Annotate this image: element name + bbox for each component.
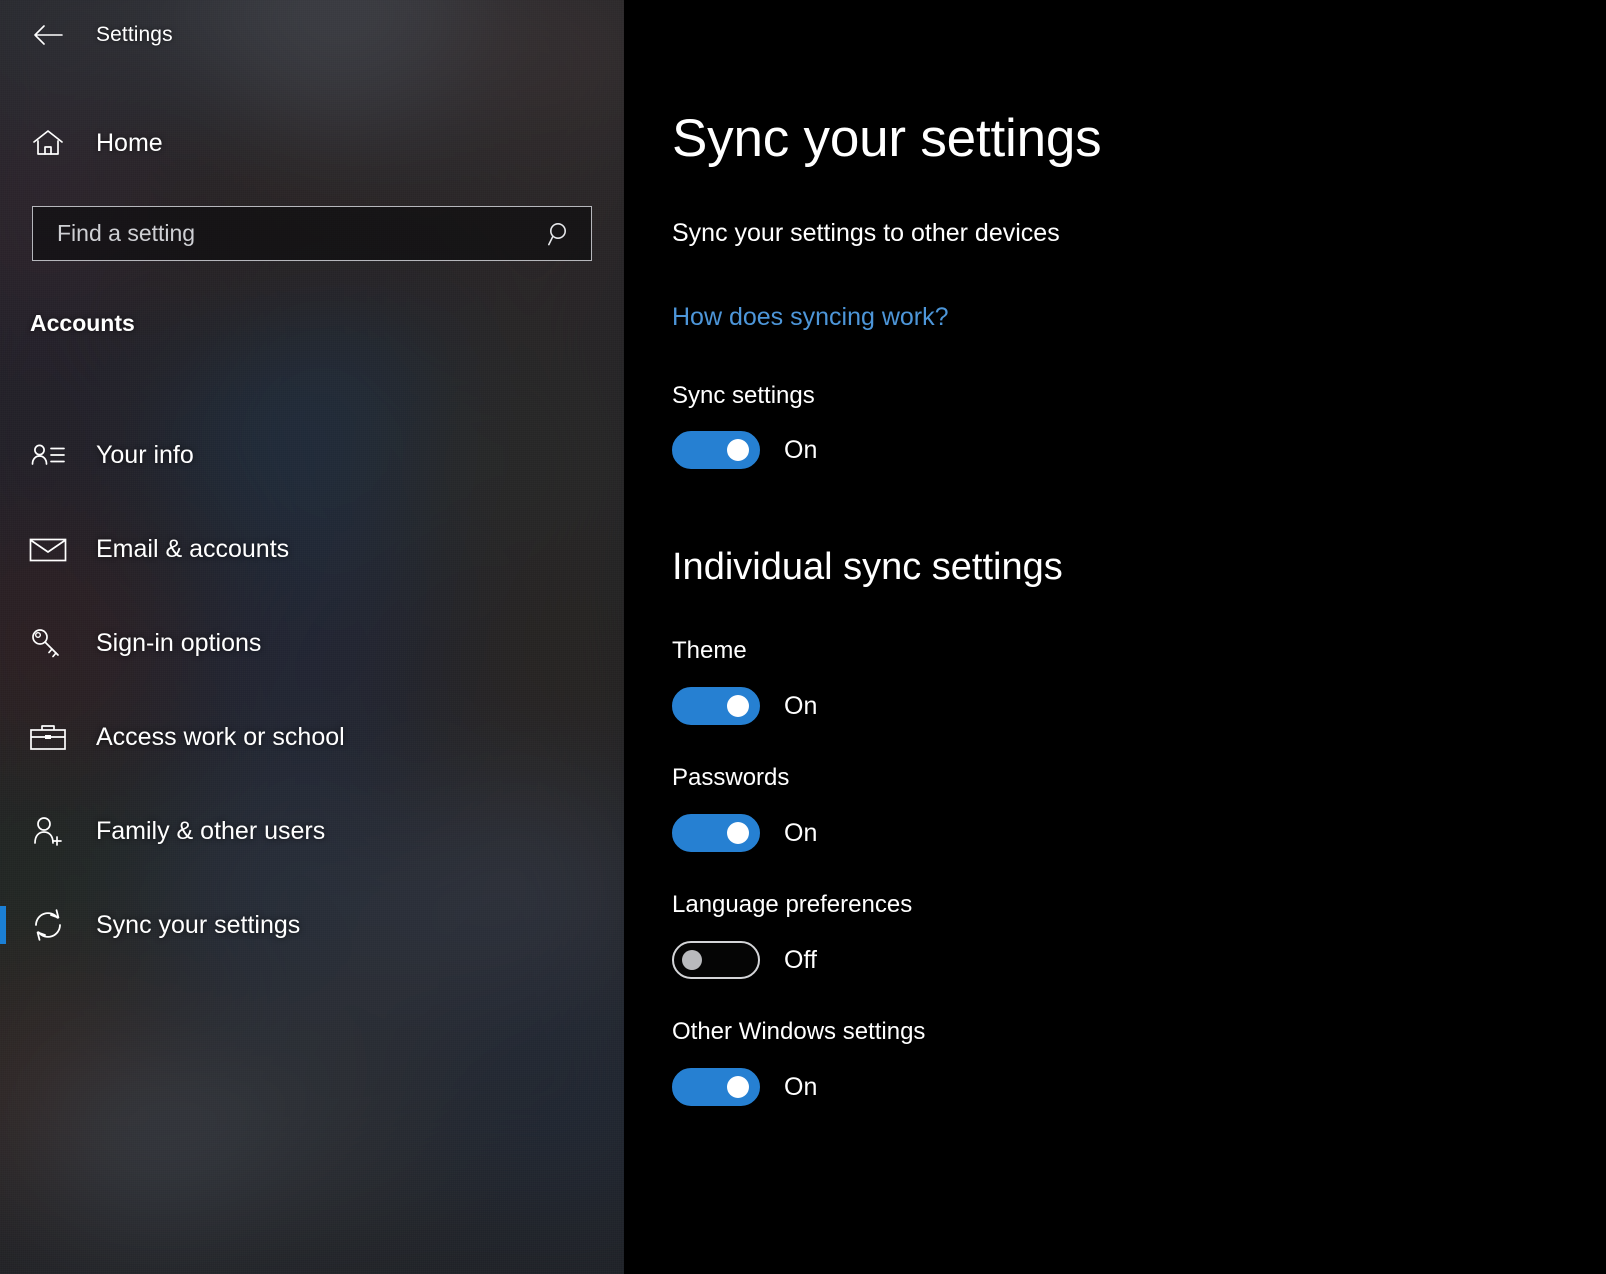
contact-card-icon [20, 441, 76, 469]
selection-indicator [0, 906, 6, 944]
other-windows-settings-label: Other Windows settings [672, 1018, 925, 1046]
page-title: Sync your settings [672, 108, 1101, 169]
toggle-knob [727, 822, 749, 844]
how-does-syncing-work-link[interactable]: How does syncing work? [672, 303, 949, 332]
individual-sync-settings-heading: Individual sync settings [672, 546, 1063, 589]
passwords-label: Passwords [672, 764, 789, 792]
sidebar-item-sync-your-settings[interactable]: Sync your settings [0, 878, 624, 972]
sidebar-item-label: Sign-in options [96, 629, 261, 658]
settings-window: Settings Home [0, 0, 1606, 1274]
sidebar-item-label: Family & other users [96, 817, 325, 846]
sync-settings-label: Sync settings [672, 382, 815, 410]
sidebar-item-label: Sync your settings [96, 911, 300, 940]
sidebar-item-family-other-users[interactable]: Family & other users [0, 784, 624, 878]
envelope-icon [20, 535, 76, 563]
sidebar-item-label: Access work or school [96, 723, 345, 752]
sidebar-item-label: Email & accounts [96, 535, 289, 564]
key-icon [20, 627, 76, 659]
theme-toggle[interactable] [672, 687, 760, 725]
main-content: Sync your settings Sync your settings to… [624, 0, 1606, 1274]
app-title: Settings [96, 23, 173, 47]
theme-state: On [784, 692, 817, 721]
sidebar-item-sign-in-options[interactable]: Sign-in options [0, 596, 624, 690]
language-preferences-label: Language preferences [672, 891, 912, 919]
sync-settings-toggle-row: On [672, 431, 817, 469]
sidebar-item-home[interactable]: Home [0, 118, 624, 168]
home-icon [20, 128, 76, 158]
sidebar-nav: Your info Email & accounts [0, 408, 624, 972]
language-preferences-toggle[interactable] [672, 941, 760, 979]
sidebar: Settings Home [0, 0, 624, 1274]
sidebar-item-label: Your info [96, 441, 194, 470]
toggle-knob [727, 439, 749, 461]
search-icon[interactable] [529, 207, 591, 260]
sidebar-item-your-info[interactable]: Your info [0, 408, 624, 502]
sync-settings-toggle[interactable] [672, 431, 760, 469]
person-add-icon [20, 815, 76, 847]
passwords-toggle-row: On [672, 814, 817, 852]
toggle-knob [727, 695, 749, 717]
passwords-state: On [784, 819, 817, 848]
sidebar-item-access-work-school[interactable]: Access work or school [0, 690, 624, 784]
other-windows-settings-toggle-row: On [672, 1068, 817, 1106]
theme-label: Theme [672, 637, 747, 665]
language-preferences-toggle-row: Off [672, 941, 817, 979]
sidebar-section-heading: Accounts [30, 310, 135, 337]
theme-toggle-row: On [672, 687, 817, 725]
sync-refresh-icon [20, 908, 76, 942]
briefcase-icon [20, 722, 76, 752]
back-arrow-icon [33, 25, 63, 45]
back-button[interactable] [22, 14, 74, 56]
language-preferences-state: Off [784, 946, 817, 975]
other-windows-settings-toggle[interactable] [672, 1068, 760, 1106]
toggle-knob [727, 1076, 749, 1098]
other-windows-settings-state: On [784, 1073, 817, 1102]
search-box[interactable] [32, 206, 592, 261]
page-subtitle: Sync your settings to other devices [672, 219, 1060, 248]
sidebar-titlebar: Settings [0, 12, 624, 58]
passwords-toggle[interactable] [672, 814, 760, 852]
sidebar-item-email-accounts[interactable]: Email & accounts [0, 502, 624, 596]
home-label: Home [96, 129, 163, 158]
toggle-knob [682, 950, 702, 970]
search-input[interactable] [33, 207, 529, 260]
sync-settings-state: On [784, 436, 817, 465]
